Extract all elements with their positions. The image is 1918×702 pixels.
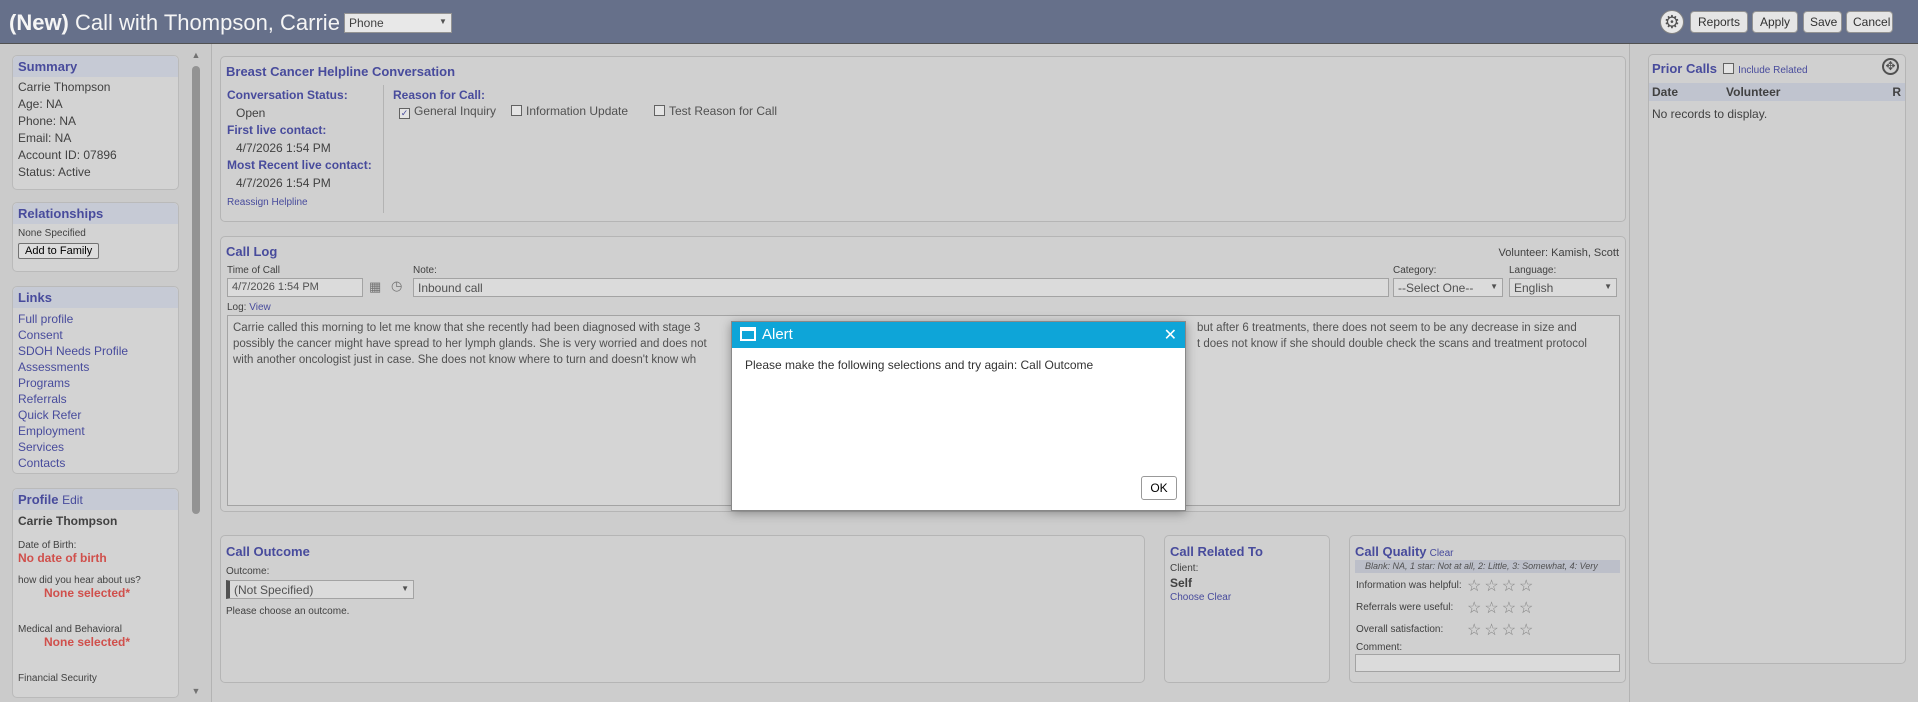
alert-dialog: Alert ✕ Please make the following select… — [731, 321, 1186, 511]
alert-title: Alert — [762, 326, 793, 343]
ok-button[interactable]: OK — [1141, 476, 1177, 500]
window-icon — [740, 327, 756, 341]
alert-header: Alert — [732, 322, 1185, 348]
alert-message: Please make the following selections and… — [745, 358, 1094, 372]
close-icon[interactable]: ✕ — [1164, 325, 1177, 345]
